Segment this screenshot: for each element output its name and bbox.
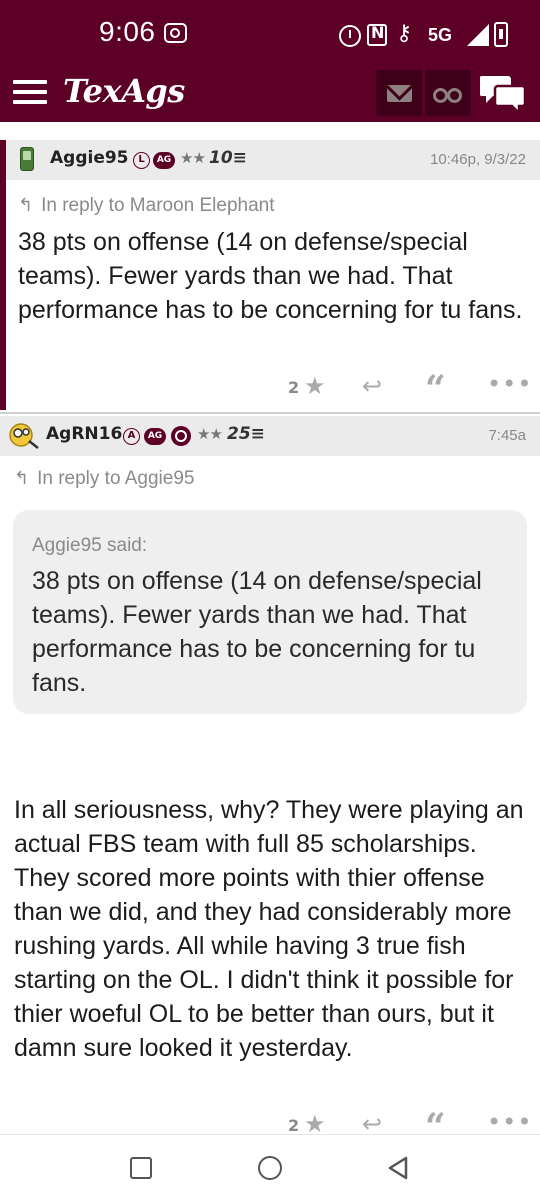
binoculars-icon <box>433 88 448 103</box>
post-body: 38 pts on offense (14 on defense/special… <box>18 228 523 324</box>
vpn-key-icon: ⚷ <box>396 21 413 46</box>
avatar[interactable] <box>8 422 40 450</box>
quote-icon[interactable]: “ <box>425 1106 446 1134</box>
screen-record-icon <box>164 23 187 43</box>
badge-ag: AG <box>144 428 166 445</box>
chat-icon[interactable] <box>480 72 526 116</box>
avatar[interactable] <box>20 147 34 171</box>
star-icon[interactable]: ★ <box>304 1110 326 1134</box>
status-time: 9:06 <box>99 16 156 47</box>
mail-icon <box>387 85 412 102</box>
username[interactable]: Aggie95 <box>50 148 129 168</box>
reply-to-link[interactable]: ↰ In reply to Aggie95 <box>14 468 194 490</box>
status-bar: 9:06 ⚷ 5G <box>0 0 540 64</box>
badge-a: A <box>123 428 140 445</box>
star-icon[interactable]: ★ <box>304 372 326 400</box>
thread-content: Aggie95 L AG ★★ 10≡ 10:46p, 9/3/22 ↰ In r… <box>0 122 540 1134</box>
watch-button[interactable] <box>425 70 471 116</box>
post-divider <box>0 412 540 414</box>
back-button[interactable] <box>386 1155 412 1181</box>
star-rating: ★★ <box>197 425 223 443</box>
post: Aggie95 L AG ★★ 10≡ 10:46p, 9/3/22 ↰ In r… <box>0 140 540 410</box>
post-actions: 2 ★ ↩ “ ••• <box>0 1106 540 1134</box>
signal-icon <box>467 24 489 46</box>
site-logo[interactable]: TexAgs <box>63 72 185 110</box>
reply-arrow-icon: ↰ <box>14 468 30 488</box>
post-actions: 2 ★ ↩ “ ••• <box>6 368 540 410</box>
badge-lifetime: L <box>133 152 150 169</box>
quote-author: Aggie95 said: <box>32 535 148 556</box>
more-icon[interactable]: ••• <box>487 1108 532 1134</box>
quote-text: 38 pts on offense (14 on defense/special… <box>32 567 482 697</box>
network-type: 5G <box>428 25 453 45</box>
binoculars-lens <box>447 88 462 103</box>
user-level: 10≡ <box>209 148 247 168</box>
star-count: 2 <box>288 1116 300 1134</box>
alarm-icon <box>339 25 361 47</box>
post-header: AgRN16 A AG ★★ 25≡ 7:45a <box>0 416 540 456</box>
reply-to-text: In reply to Maroon Elephant <box>41 195 275 216</box>
post-header: Aggie95 L AG ★★ 10≡ 10:46p, 9/3/22 <box>6 140 540 180</box>
reply-icon[interactable]: ↩ <box>362 372 382 400</box>
user-level: 25≡ <box>227 424 265 444</box>
mail-button[interactable] <box>376 70 422 116</box>
post-body: In all seriousness, why? They were playi… <box>14 796 524 1062</box>
badge-ag: AG <box>153 152 175 169</box>
more-icon[interactable]: ••• <box>487 370 532 398</box>
quote-icon[interactable]: “ <box>425 368 446 410</box>
star-rating: ★★ <box>180 149 206 167</box>
team-logo-icon <box>171 426 191 446</box>
reply-arrow-icon: ↰ <box>18 195 34 215</box>
home-button[interactable] <box>258 1156 282 1180</box>
app-bar: TexAgs <box>0 64 540 122</box>
reply-icon[interactable]: ↩ <box>362 1110 382 1134</box>
system-nav-bar <box>0 1134 540 1200</box>
menu-icon[interactable] <box>13 78 47 106</box>
battery-icon <box>494 22 508 47</box>
star-count: 2 <box>288 378 300 397</box>
username[interactable]: AgRN16 <box>46 424 122 444</box>
post-timestamp: 7:45a <box>488 427 526 444</box>
recents-button[interactable] <box>130 1157 152 1179</box>
reply-to-text: In reply to Aggie95 <box>37 468 195 489</box>
quoted-post: Aggie95 said: 38 pts on offense (14 on d… <box>13 510 527 714</box>
reply-to-link[interactable]: ↰ In reply to Maroon Elephant <box>18 195 275 217</box>
nfc-icon <box>367 23 387 46</box>
post-timestamp: 10:46p, 9/3/22 <box>430 151 526 168</box>
